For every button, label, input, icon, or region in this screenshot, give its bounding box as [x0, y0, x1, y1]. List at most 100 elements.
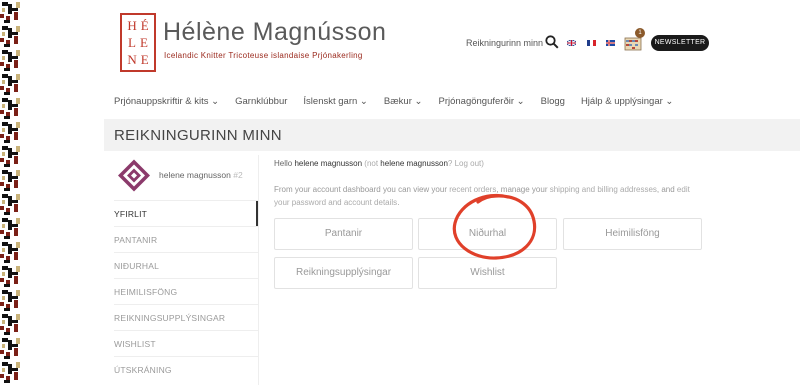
sidebar-item-account-details[interactable]: REIKNINGSUPPLÝSINGAR	[114, 304, 258, 330]
sidebar-item-downloads[interactable]: NIÐURHAL	[114, 252, 258, 278]
knit-stitch	[2, 170, 8, 174]
knit-stitch	[14, 276, 18, 284]
knit-stitch	[12, 152, 18, 155]
hello-user-name-2: helene magnusson	[380, 159, 448, 168]
knit-stitch	[0, 38, 4, 42]
knit-stitch	[8, 148, 12, 158]
knit-stitch	[2, 98, 8, 102]
logo-line-2: LE	[128, 35, 152, 50]
knit-stitch	[2, 362, 8, 366]
knit-stitch	[0, 14, 4, 18]
nav-item-patterns[interactable]: Prjónauppskriftir & kits ⌄	[114, 96, 219, 107]
knit-stitch	[0, 86, 4, 90]
knit-stitch	[2, 104, 5, 108]
knit-stitch	[16, 50, 20, 56]
knit-stitch	[12, 8, 18, 11]
knit-stitch	[14, 108, 18, 116]
knit-stitch	[16, 218, 20, 224]
knit-stitch	[0, 350, 4, 354]
page-title: REIKNINGURINN MINN	[114, 127, 282, 144]
knit-stitch	[0, 134, 4, 138]
knit-stitch	[8, 124, 12, 134]
knit-stitch	[14, 324, 18, 332]
sidebar-item-dashboard[interactable]: YFIRLIT	[114, 200, 258, 226]
addresses-link[interactable]: shipping and billing addresses	[550, 185, 657, 194]
brand-tagline: Icelandic Knitter Tricoteuse islandaise …	[164, 51, 363, 60]
chevron-down-icon: ⌄	[411, 96, 423, 107]
knit-stitch	[16, 194, 20, 200]
knit-stitch	[8, 220, 12, 230]
knit-stitch	[14, 84, 18, 92]
knit-stitch	[4, 164, 10, 167]
brand-name[interactable]: Hélène Magnússon	[163, 18, 386, 47]
knit-stitch	[16, 98, 20, 104]
knit-stitch	[4, 260, 10, 263]
search-icon[interactable]	[545, 35, 559, 49]
knit-stitch	[4, 284, 10, 287]
nav-item-yarn-club[interactable]: Garnklúbbur	[235, 96, 287, 107]
knit-stitch	[16, 290, 20, 296]
chevron-down-icon: ⌄	[662, 96, 674, 107]
knit-stitch	[8, 292, 12, 302]
sidebar-item-wishlist[interactable]: WISHLIST	[114, 330, 258, 356]
nav-item-blog[interactable]: Blogg	[541, 96, 565, 107]
sidebar-divider	[258, 155, 259, 385]
knit-stitch	[8, 172, 12, 182]
sidebar-item-logout[interactable]: ÚTSKRÁNING	[114, 356, 258, 382]
flag-is-icon[interactable]	[606, 40, 615, 46]
nav-item-knitting-tours[interactable]: Prjónagönguferðir ⌄	[438, 96, 524, 107]
knit-stitch	[12, 176, 18, 179]
knit-stitch	[12, 80, 18, 83]
knit-stitch	[14, 348, 18, 356]
knit-stitch	[16, 26, 20, 32]
knit-stitch	[14, 12, 18, 20]
flag-fr-icon[interactable]	[587, 40, 596, 46]
knit-stitch	[2, 146, 8, 150]
account-link[interactable]: Reikningurinn minn	[466, 38, 543, 48]
flag-uk-icon[interactable]	[567, 40, 576, 46]
knit-stitch	[2, 242, 8, 246]
knit-stitch	[12, 272, 18, 275]
knit-stitch	[14, 132, 18, 140]
knit-stitch	[4, 116, 10, 119]
knit-pattern-border	[0, 0, 22, 385]
knit-stitch	[2, 338, 8, 342]
knit-stitch	[16, 2, 20, 8]
knit-stitch	[14, 180, 18, 188]
brand-logo[interactable]: HÉ LE NE	[120, 13, 156, 72]
knit-stitch	[2, 344, 5, 348]
knit-stitch	[4, 44, 10, 47]
sidebar-item-orders[interactable]: PANTANIR	[114, 226, 258, 252]
nav-item-help[interactable]: Hjálp & upplýsingar ⌄	[581, 96, 673, 107]
tile-orders[interactable]: Pantanir	[274, 218, 413, 250]
logout-link[interactable]: ? Log out)	[448, 159, 484, 168]
nav-item-icelandic-yarn[interactable]: Íslenskt garn ⌄	[303, 96, 367, 107]
knit-stitch	[0, 158, 4, 162]
tile-account-details[interactable]: Reikningsupplýsingar	[274, 257, 413, 289]
knit-stitch	[14, 372, 18, 380]
knit-stitch	[2, 248, 5, 252]
newsletter-button[interactable]: NEWSLETTER	[651, 35, 709, 51]
sidebar-item-addresses[interactable]: HEIMILISFÖNG	[114, 278, 258, 304]
knit-stitch	[4, 188, 10, 191]
knit-stitch	[8, 100, 12, 110]
cart-count-badge: 1	[635, 28, 645, 38]
tile-addresses[interactable]: Heimilisföng	[563, 218, 702, 250]
knit-stitch	[16, 122, 20, 128]
knit-stitch	[12, 248, 18, 251]
knit-stitch	[2, 176, 5, 180]
sidebar-active-indicator	[256, 201, 258, 226]
knit-stitch	[2, 26, 8, 30]
knit-stitch	[12, 128, 18, 131]
knit-stitch	[2, 224, 5, 228]
knit-stitch	[14, 228, 18, 236]
knit-stitch	[4, 356, 10, 359]
knit-stitch	[12, 104, 18, 107]
knit-stitch	[0, 206, 4, 210]
knit-stitch	[8, 364, 12, 374]
chevron-down-icon: ⌄	[208, 96, 220, 107]
knit-stitch	[4, 308, 10, 311]
knit-stitch	[4, 332, 10, 335]
nav-item-books[interactable]: Bækur ⌄	[384, 96, 423, 107]
hello-user-name: helene magnusson	[294, 159, 363, 168]
